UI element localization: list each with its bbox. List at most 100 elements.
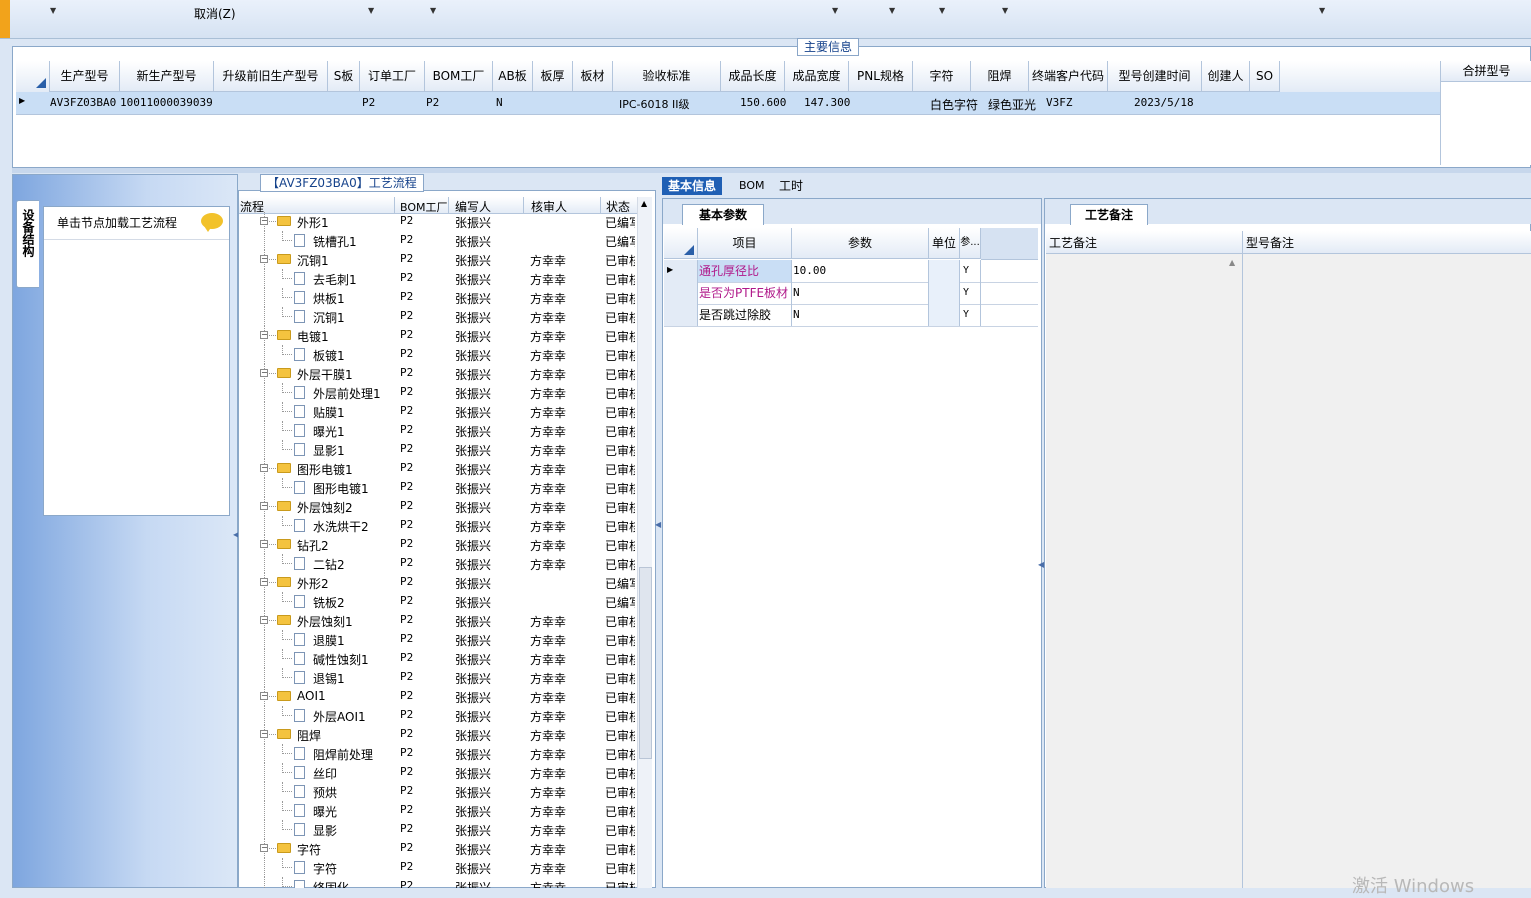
tree-row[interactable]: − 电镀1 P2 张振兴 方幸幸 已审核 (239, 326, 637, 345)
tree-row[interactable]: − 外层蚀刻1 P2 张振兴 方幸幸 已审核 (239, 611, 637, 630)
main-col-header[interactable]: 生产型号 (50, 61, 120, 92)
model-remark-textarea[interactable] (1243, 254, 1531, 888)
tree-row[interactable]: − 外层蚀刻2 P2 张振兴 方幸幸 已审核 (239, 497, 637, 516)
collapse-toggle-icon[interactable]: − (260, 369, 268, 377)
process-scrollbar[interactable]: ▲ (637, 197, 652, 888)
tree-row[interactable]: − 阻焊 P2 张振兴 方幸幸 已审核 (239, 725, 637, 744)
param-flag-cell[interactable]: Y (960, 304, 981, 326)
new-prod-model-cell[interactable]: 10011000039039 (120, 96, 213, 109)
tree-row[interactable]: 丝印 P2 张振兴 方幸幸 已审核 (239, 763, 637, 782)
table-row[interactable]: ▶ 通孔厚径比 10.00 Y (664, 260, 1038, 283)
row-selector[interactable] (664, 304, 698, 326)
param-item-cell[interactable]: 是否为PTFE板材 (698, 282, 792, 304)
main-col-header[interactable]: 成品宽度 (785, 61, 849, 92)
prod-model-cell[interactable]: AV3FZ03BA0 (50, 96, 116, 109)
created-cell[interactable]: 2023/5/18 (1134, 96, 1194, 109)
tree-row[interactable]: − 钻孔2 P2 张振兴 方幸幸 已审核 (239, 535, 637, 554)
main-col-header[interactable]: 订单工厂 (360, 61, 425, 92)
tree-row[interactable]: − 外形2 P2 张振兴 已编写 (239, 573, 637, 592)
standard-cell[interactable]: IPC-6018 II级 (619, 96, 690, 112)
tree-row[interactable]: − AOI1 P2 张振兴 方幸幸 已审核 (239, 687, 637, 706)
main-col-header[interactable]: 成品长度 (721, 61, 785, 92)
dropdown-arrow-icon[interactable]: ▼ (430, 6, 436, 15)
collapse-process-icon[interactable]: ◀ (655, 520, 661, 529)
client-code-cell[interactable]: V3FZ (1046, 96, 1073, 109)
tree-row[interactable]: 水洗烘干2 P2 张振兴 方幸幸 已审核 (239, 516, 637, 535)
ab-board-cell[interactable]: N (496, 96, 503, 109)
tab-bom[interactable]: BOM (733, 177, 771, 195)
main-col-header[interactable]: S板 (328, 61, 360, 92)
tree-row[interactable]: 去毛刺1 P2 张振兴 方幸幸 已审核 (239, 269, 637, 288)
dropdown-arrow-icon[interactable]: ▼ (889, 6, 895, 15)
param-unit-cell[interactable] (929, 304, 960, 326)
table-row[interactable]: 是否为PTFE板材 N Y (664, 282, 1038, 305)
tree-row[interactable]: 曝光1 P2 张振兴 方幸幸 已审核 (239, 421, 637, 440)
param-value-cell[interactable]: 10.00 (792, 260, 929, 282)
tree-row[interactable]: 铣板2 P2 张振兴 已编写 (239, 592, 637, 611)
col-unit[interactable]: 单位 (929, 228, 960, 259)
tree-row[interactable]: 烘板1 P2 张振兴 方幸幸 已审核 (239, 288, 637, 307)
param-flag-cell[interactable]: Y (960, 260, 981, 282)
tree-row[interactable]: 显影 P2 张振兴 方幸幸 已审核 (239, 820, 637, 839)
param-value-cell[interactable]: N (792, 282, 929, 304)
col-param[interactable]: 参数 (792, 228, 929, 259)
main-col-header[interactable]: 终端客户代码 (1029, 61, 1108, 92)
col-item[interactable]: 项目 (698, 228, 792, 259)
dropdown-arrow-icon[interactable]: ▼ (1319, 6, 1325, 15)
process-remark-textarea[interactable]: ▲ (1046, 254, 1243, 888)
tab-basic-info[interactable]: 基本信息 (662, 177, 723, 195)
main-col-header[interactable]: 板厚 (533, 61, 573, 92)
dropdown-arrow-icon[interactable]: ▼ (939, 6, 945, 15)
dropdown-arrow-icon[interactable]: ▼ (368, 6, 374, 15)
main-col-header[interactable]: 字符 (913, 61, 971, 92)
param-flag-cell[interactable]: Y (960, 282, 981, 304)
tree-row[interactable]: 终固化 P2 张振兴 方幸幸 已审核 (239, 877, 637, 888)
cancel-button[interactable]: 取消(Z) (194, 5, 236, 22)
param-value-cell[interactable]: N (792, 304, 929, 326)
tab-basic-params[interactable]: 基本参数 (682, 204, 764, 225)
collapse-params-icon[interactable]: ◀ (1038, 560, 1044, 569)
main-col-header[interactable]: AB板 (493, 61, 533, 92)
param-unit-cell[interactable] (929, 260, 960, 282)
main-col-header[interactable]: 板材 (573, 61, 613, 92)
order-factory-cell[interactable]: P2 (362, 96, 375, 109)
collapse-toggle-icon[interactable]: − (260, 844, 268, 852)
dropdown-arrow-icon[interactable]: ▼ (832, 6, 838, 15)
tab-work-hours[interactable]: 工时 (773, 177, 809, 195)
tree-row[interactable]: 碱性蚀刻1 P2 张振兴 方幸幸 已审核 (239, 649, 637, 668)
main-col-header[interactable]: 创建人 (1202, 61, 1250, 92)
tree-row[interactable]: − 字符 P2 张振兴 方幸幸 已审核 (239, 839, 637, 858)
collapse-toggle-icon[interactable]: − (260, 692, 268, 700)
scroll-up-icon[interactable]: ▲ (1229, 258, 1235, 267)
param-item-cell[interactable]: 通孔厚径比 (698, 260, 792, 282)
main-col-header[interactable]: 验收标准 (613, 61, 721, 92)
horizontal-splitter[interactable] (12, 168, 1531, 173)
tree-row[interactable]: − 沉铜1 P2 张振兴 方幸幸 已审核 (239, 250, 637, 269)
vertical-tab-equipment[interactable]: 设备结构 (16, 200, 39, 288)
tree-row[interactable]: 阻焊前处理 P2 张振兴 方幸幸 已审核 (239, 744, 637, 763)
scroll-thumb[interactable] (639, 567, 652, 759)
col-flag[interactable]: 参... (960, 228, 981, 259)
solder-cell[interactable]: 绿色亚光 (988, 96, 1036, 113)
char-cell[interactable]: 白色字符 (930, 96, 978, 113)
tree-row[interactable]: 铣槽孔1 P2 张振兴 已编写 (239, 231, 637, 250)
collapse-toggle-icon[interactable]: − (260, 730, 268, 738)
param-unit-cell[interactable] (929, 282, 960, 304)
table-row[interactable]: ▶ AV3FZ03BA0 10011000039039 P2 P2 N IPC-… (16, 92, 1440, 115)
tree-row[interactable]: 图形电镀1 P2 张振兴 方幸幸 已审核 (239, 478, 637, 497)
tree-row[interactable]: − 外层干膜1 P2 张振兴 方幸幸 已审核 (239, 364, 637, 383)
width-cell[interactable]: 147.300 (804, 96, 850, 109)
collapse-toggle-icon[interactable]: − (260, 502, 268, 510)
collapse-toggle-icon[interactable]: − (260, 331, 268, 339)
param-item-cell[interactable]: 是否跳过除胶 (698, 304, 792, 326)
tree-row[interactable]: 退膜1 P2 张振兴 方幸幸 已审核 (239, 630, 637, 649)
bom-factory-cell[interactable]: P2 (426, 96, 439, 109)
scroll-up-icon[interactable]: ▲ (641, 199, 647, 208)
tree-row[interactable]: 退锡1 P2 张振兴 方幸幸 已审核 (239, 668, 637, 687)
tree-row[interactable]: 二钻2 P2 张振兴 方幸幸 已审核 (239, 554, 637, 573)
collapse-toggle-icon[interactable]: − (260, 616, 268, 624)
main-col-header[interactable]: 阻焊 (971, 61, 1029, 92)
tree-row[interactable]: 字符 P2 张振兴 方幸幸 已审核 (239, 858, 637, 877)
tree-row[interactable]: 外层前处理1 P2 张振兴 方幸幸 已审核 (239, 383, 637, 402)
dropdown-arrow-icon[interactable]: ▼ (1002, 6, 1008, 15)
